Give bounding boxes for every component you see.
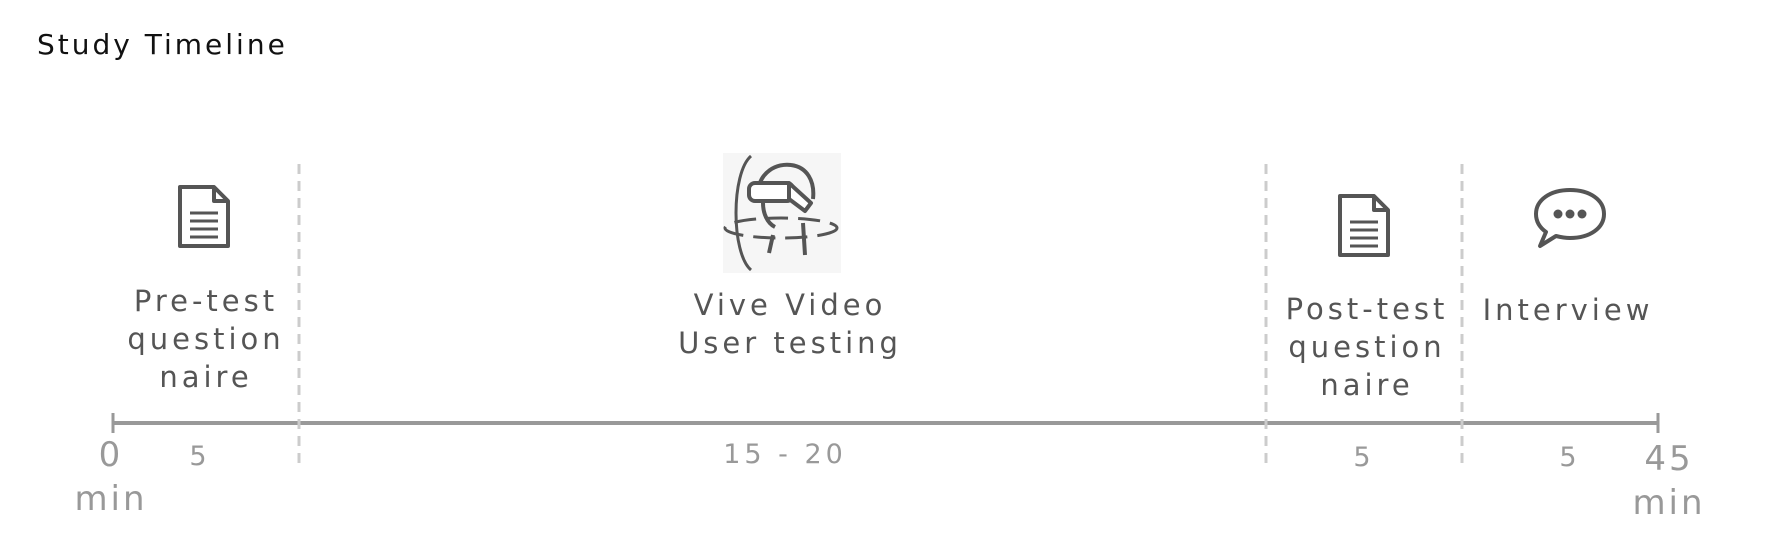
duration-vive: 15 - 20 (723, 439, 847, 470)
vr-headset-icon (723, 153, 841, 273)
phase-label-pretest: Pre-test question naire (127, 284, 285, 394)
duration-posttest: 5 (1353, 442, 1375, 473)
duration-interview: 5 (1559, 442, 1581, 473)
axis-end-label: 45 min (1632, 439, 1706, 523)
phase-label-interview: Interview (1482, 293, 1654, 327)
speech-bubble-icon (1534, 188, 1606, 248)
phase-label-posttest: Post-test question naire (1285, 292, 1449, 402)
duration-pretest: 5 (189, 441, 211, 472)
timeline-canvas (111, 164, 1660, 465)
document-icon (1338, 194, 1390, 257)
document-icon (178, 185, 230, 248)
axis-start-label: 0 min (74, 435, 148, 519)
phase-label-vive: Vive Video User testing (678, 288, 902, 360)
